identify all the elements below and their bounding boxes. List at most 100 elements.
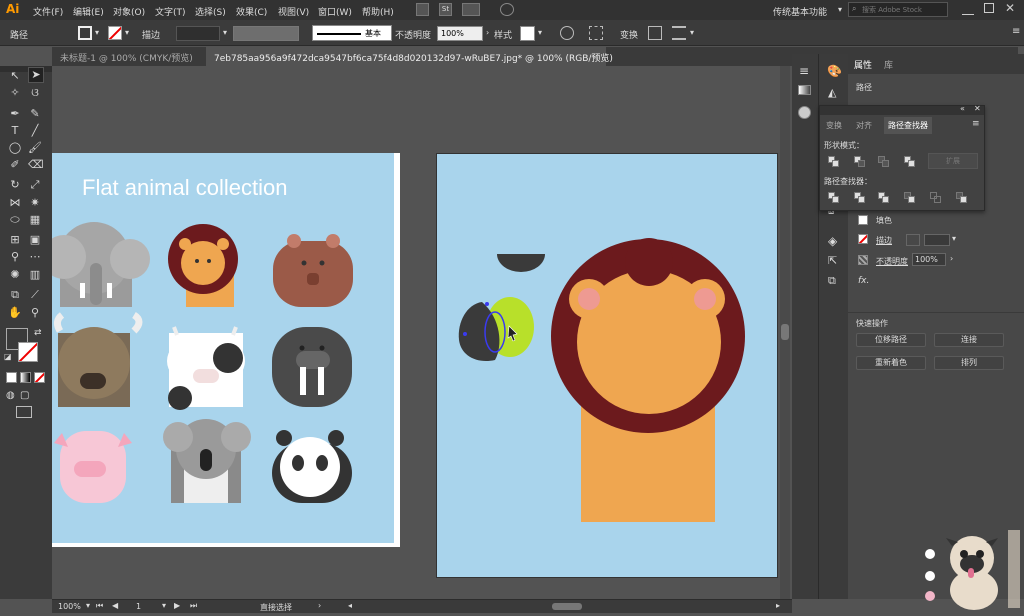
none-mode-icon[interactable] xyxy=(34,372,45,383)
eraser-icon[interactable]: ⌫ xyxy=(28,158,44,172)
minus-front-icon[interactable] xyxy=(854,156,866,168)
menu-type[interactable]: 文字(T) xyxy=(155,5,186,18)
arrange-button[interactable]: 排列 xyxy=(934,356,1004,370)
transparency-panel-icon[interactable] xyxy=(798,106,811,119)
next-artboard-icon[interactable]: ▶ xyxy=(174,601,180,610)
align-icon[interactable] xyxy=(672,26,686,40)
tab-pathfinder[interactable]: 路径查找器 xyxy=(884,117,932,134)
tab-untitled[interactable]: 未标题-1 @ 100% (CMYK/预览) xyxy=(52,47,202,66)
menu-edit[interactable]: 编辑(E) xyxy=(73,5,104,18)
swap-colors-icon[interactable]: ⇄ xyxy=(34,328,42,338)
stroke-label[interactable]: 描边 xyxy=(876,235,892,246)
zoom-level[interactable]: 100% xyxy=(58,602,81,611)
chevron-down-icon[interactable]: ▾ xyxy=(162,601,166,610)
gradient-tool-icon[interactable]: ▣ xyxy=(28,233,42,247)
graph-tool-icon[interactable]: ▥ xyxy=(28,268,42,282)
fill-swatch[interactable] xyxy=(78,26,92,40)
scroll-left-icon[interactable]: ◂ xyxy=(348,601,352,610)
type-tool-icon[interactable]: T xyxy=(8,124,22,138)
ellipse-tool-icon[interactable]: ◯ xyxy=(8,141,22,155)
menu-view[interactable]: 视图(V) xyxy=(278,5,309,18)
artboard-tool-icon[interactable]: ⧉ xyxy=(8,288,22,302)
align-to-icon[interactable] xyxy=(589,26,603,40)
reference-artboard[interactable]: Flat animal collection xyxy=(52,153,400,547)
layers-panel-icon[interactable]: ◈ xyxy=(828,234,837,248)
opacity-label[interactable]: 不透明度 xyxy=(395,28,431,41)
slice-tool-icon[interactable]: ⟋ xyxy=(28,288,42,302)
opacity-input[interactable]: 100% xyxy=(437,26,483,41)
shaper-tool-icon[interactable]: ✐ xyxy=(8,158,22,172)
color-panel-icon[interactable]: 🎨 xyxy=(827,64,842,78)
color-guide-icon[interactable]: ◭ xyxy=(828,86,836,99)
tab-active-image[interactable]: 7eb785aa956a9f472dca9547bf6ca75f4d8d0201… xyxy=(206,47,613,66)
merge-icon[interactable] xyxy=(878,192,890,204)
blend-tool-icon[interactable]: ⋯ xyxy=(28,250,42,264)
lion-artwork[interactable] xyxy=(437,154,779,579)
perspective-grid-icon[interactable]: ▦ xyxy=(28,213,42,227)
chevron-down-icon[interactable]: ▾ xyxy=(86,601,90,610)
pen-tool-icon[interactable]: ✒ xyxy=(8,107,22,121)
mesh-tool-icon[interactable]: ⊞ xyxy=(8,233,22,247)
working-artboard[interactable] xyxy=(436,153,778,578)
intersect-icon[interactable] xyxy=(878,156,890,168)
shape-builder-icon[interactable]: ⬭ xyxy=(8,213,22,227)
recolor-artwork-icon[interactable] xyxy=(560,26,574,40)
scale-tool-icon[interactable]: ⤢ xyxy=(28,178,42,192)
isolate-icon[interactable] xyxy=(648,26,662,40)
stroke-none-swatch[interactable] xyxy=(108,26,122,40)
expand-button[interactable]: 扩展 xyxy=(928,153,978,169)
unite-icon[interactable] xyxy=(828,156,840,168)
eyedropper-icon[interactable]: ⚲ xyxy=(8,250,22,264)
direct-selection-tool-icon[interactable]: ➤ xyxy=(28,67,44,83)
export-panel-icon[interactable]: ⇱ xyxy=(828,254,837,267)
opacity-input[interactable]: 100% xyxy=(912,253,946,266)
chevron-down-icon[interactable]: ▾ xyxy=(125,28,129,37)
outline-icon[interactable] xyxy=(930,192,942,204)
scroll-right-icon[interactable]: ▸ xyxy=(776,601,780,610)
stroke-color-swatch[interactable] xyxy=(858,234,868,244)
workspace-switcher[interactable]: 传统基本功能 xyxy=(773,5,827,18)
tab-properties[interactable]: 属性 xyxy=(854,58,872,71)
stroke-panel-icon[interactable]: ≡ xyxy=(799,64,809,78)
collapse-icon[interactable]: « xyxy=(960,104,965,113)
stock-icon[interactable]: St xyxy=(439,3,452,16)
zoom-tool-icon[interactable]: ⚲ xyxy=(28,306,42,320)
stroke-weight-input[interactable] xyxy=(176,26,220,41)
line-tool-icon[interactable]: ╱ xyxy=(28,124,42,138)
screen-mode-icon[interactable] xyxy=(16,406,32,418)
tab-transform[interactable]: 变换 xyxy=(826,120,842,131)
chevron-down-icon[interactable]: ▾ xyxy=(538,28,542,37)
last-artboard-icon[interactable]: ⏭ xyxy=(190,601,197,611)
close-icon[interactable]: ✕ xyxy=(1005,1,1015,15)
effects-button[interactable]: fx. xyxy=(858,276,869,286)
previous-artboard-icon[interactable]: ◀ xyxy=(112,601,118,610)
join-button[interactable]: 连接 xyxy=(934,333,1004,347)
minus-back-icon[interactable] xyxy=(956,192,968,204)
tab-align[interactable]: 对齐 xyxy=(856,120,872,131)
document-canvas[interactable]: Flat animal collection xyxy=(52,66,792,599)
fill-color-swatch[interactable] xyxy=(858,215,868,225)
artboards-panel-icon[interactable]: ⧉ xyxy=(828,274,836,288)
stroke-weight-stepper[interactable] xyxy=(906,234,920,246)
artboard-number[interactable]: 1 xyxy=(136,602,141,611)
chevron-right-icon[interactable]: › xyxy=(318,601,321,610)
chevron-down-icon[interactable]: ▾ xyxy=(223,28,227,37)
stroke-color-swatch[interactable] xyxy=(18,342,38,362)
transform-button[interactable]: 变换 xyxy=(620,28,638,41)
draw-mode-icon[interactable]: ◍ xyxy=(6,390,15,401)
maximize-icon[interactable] xyxy=(984,3,994,13)
bridge-icon[interactable] xyxy=(416,3,429,16)
selection-tool-icon[interactable]: ↖ xyxy=(8,69,22,83)
rotate-tool-icon[interactable]: ↻ xyxy=(8,178,22,192)
graphic-style-swatch[interactable] xyxy=(520,26,535,41)
menu-effect[interactable]: 效果(C) xyxy=(236,5,267,18)
color-mode-icon[interactable] xyxy=(6,372,17,383)
chevron-down-icon[interactable]: ▾ xyxy=(952,234,956,243)
menu-select[interactable]: 选择(S) xyxy=(195,5,226,18)
variable-width-profile[interactable] xyxy=(233,26,299,41)
first-artboard-icon[interactable]: ⏮ xyxy=(96,601,103,611)
paintbrush-icon[interactable]: 🖌 xyxy=(28,141,42,155)
arrange-documents-icon[interactable] xyxy=(462,3,480,16)
curvature-tool-icon[interactable]: ✎ xyxy=(28,107,42,121)
gradient-panel-icon[interactable] xyxy=(798,85,811,95)
